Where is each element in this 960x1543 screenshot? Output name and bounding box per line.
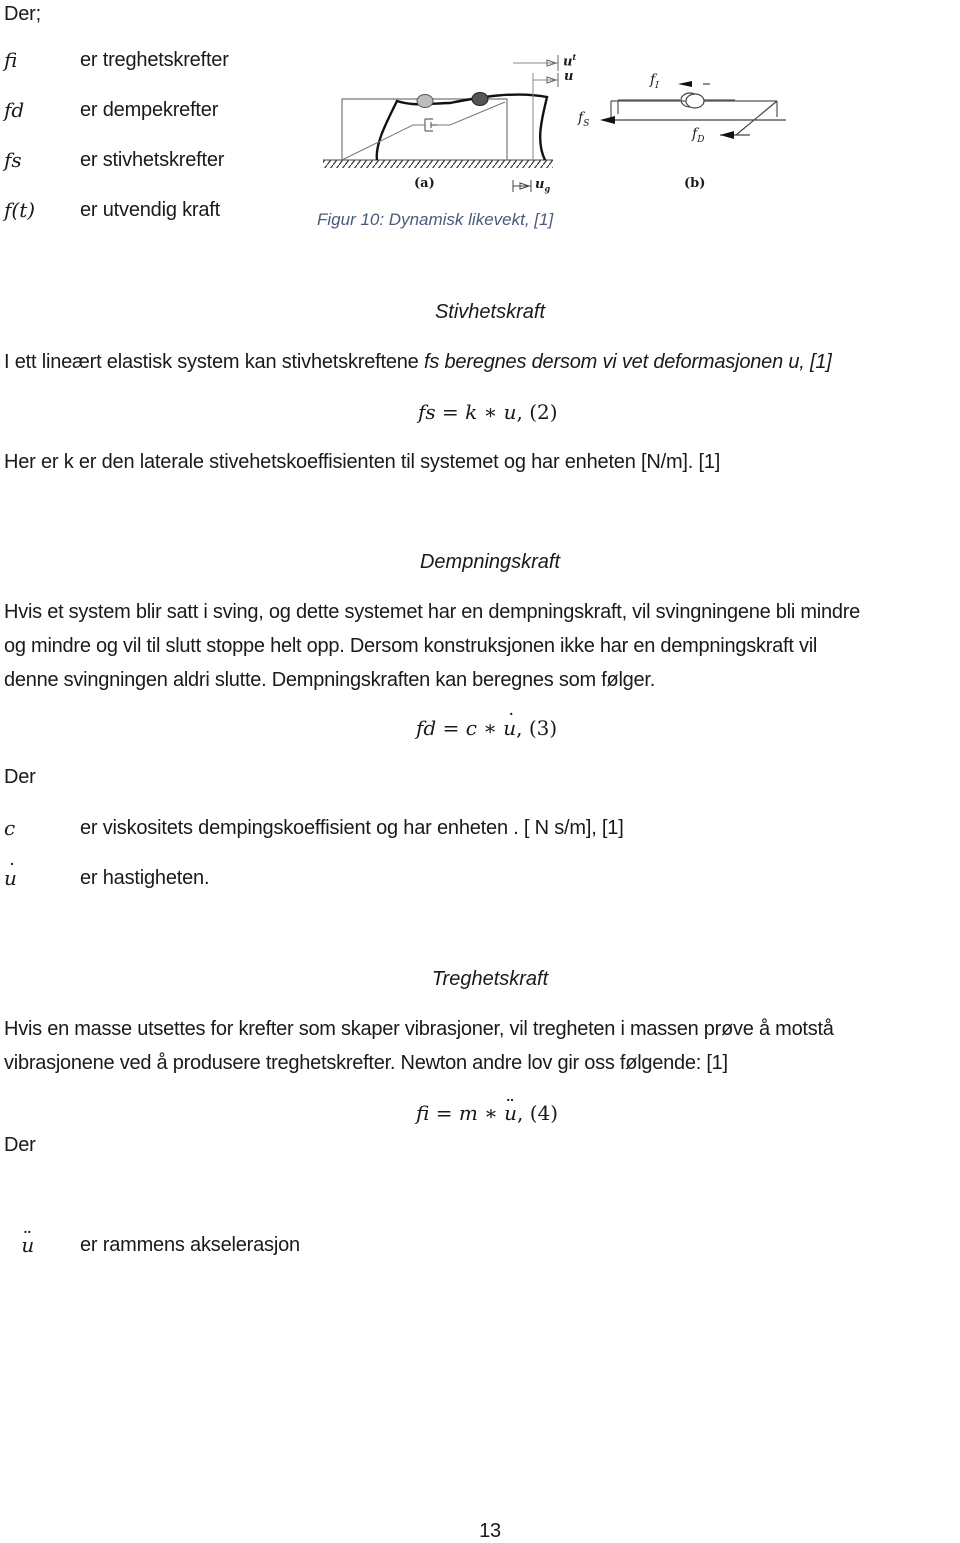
damper-icon — [424, 118, 437, 132]
fb-mass — [685, 93, 705, 109]
symbol-u-dot: u — [4, 859, 17, 890]
mass-dark — [471, 92, 489, 106]
fs-arrow-icon — [600, 116, 615, 124]
inertia-paragraph: Hvis en masse utsettes for krefter som s… — [4, 1012, 960, 1080]
panel-b: fI fS fD (b) — [570, 60, 810, 200]
symbol-ft: f(t) — [4, 198, 36, 222]
inertia-line-1: Hvis en masse utsettes for krefter som s… — [4, 1018, 834, 1040]
symbol-c: c — [4, 816, 16, 840]
stiffness-heading: Stivhetskraft — [434, 301, 546, 323]
definition-ft: er utvendig kraft — [80, 199, 221, 221]
deformed-frame — [375, 93, 549, 161]
definition-u-double-dot: er rammens akselerasjon — [80, 1234, 300, 1256]
u-total-label: ut — [563, 52, 577, 70]
definition-fs: er stivhetskrefter — [80, 149, 225, 171]
intro-der-label: Der; — [4, 3, 41, 25]
symbol-fi: fi — [4, 48, 18, 72]
fd-arrow-icon — [720, 131, 734, 139]
panel-a-frame-diagram — [323, 55, 559, 192]
damper-brace-upper — [437, 101, 506, 126]
figure-caption: Figur 10: Dynamisk likevekt, [1] — [317, 210, 554, 229]
panel-b-label: (b) — [684, 176, 706, 191]
inertia-line-2: vibrasjonene ved å produsere treghetskre… — [4, 1052, 728, 1074]
stiffness-explanation: Her er k er den laterale stivehetskoeffi… — [4, 451, 721, 473]
fi-arrow-icon — [678, 81, 692, 87]
fd-brace — [735, 100, 778, 136]
definition-c: er viskositets dempingskoeffisient og ha… — [80, 817, 624, 839]
damping-der-label: Der — [4, 766, 36, 788]
panel-a-label: (a) — [414, 176, 435, 191]
symbol-fs: fs — [4, 148, 22, 172]
damping-line-3: denne svingningen aldri slutte. Dempning… — [4, 669, 656, 691]
definition-fd: er dempekrefter — [80, 99, 219, 121]
equation-4: fi = m ∗ u, (4) — [416, 1095, 558, 1125]
definition-u-dot: er hastigheten. — [80, 867, 210, 889]
stiffness-intro-italic: fs beregnes dersom vi vet deformasjonen … — [423, 351, 832, 373]
damping-paragraph: Hvis et system blir satt i sving, og det… — [4, 595, 960, 697]
u-label: u — [564, 69, 574, 84]
fi-label: fI — [650, 72, 659, 91]
equation-2: fs = k ∗ u, (2) — [418, 400, 558, 424]
symbol-fd: fd — [4, 98, 25, 122]
stiffness-intro: I ett lineært elastisk system kan stivhe… — [4, 350, 832, 374]
symbol-u-double-dot: u — [21, 1227, 34, 1257]
page-number: 13 — [479, 1520, 501, 1542]
definition-fi: er treghetskrefter — [80, 49, 229, 71]
inertia-heading: Treghetskraft — [431, 968, 549, 990]
fs-label: fS — [578, 110, 590, 129]
mass-light — [416, 94, 434, 108]
stiffness-intro-plain: I ett lineært elastisk system kan stivhe… — [4, 351, 424, 373]
damping-line-2: og mindre og vil til slutt stoppe helt o… — [4, 635, 818, 657]
ug-label: ug — [535, 177, 551, 194]
ground-hatch — [323, 160, 553, 168]
equation-3: fd = c ∗ u, (3) — [416, 709, 557, 740]
inertia-der-label: Der — [4, 1134, 36, 1156]
damping-heading: Dempningskraft — [419, 551, 561, 573]
damping-line-1: Hvis et system blir satt i sving, og det… — [4, 601, 861, 623]
fd-label: fD — [692, 126, 705, 145]
